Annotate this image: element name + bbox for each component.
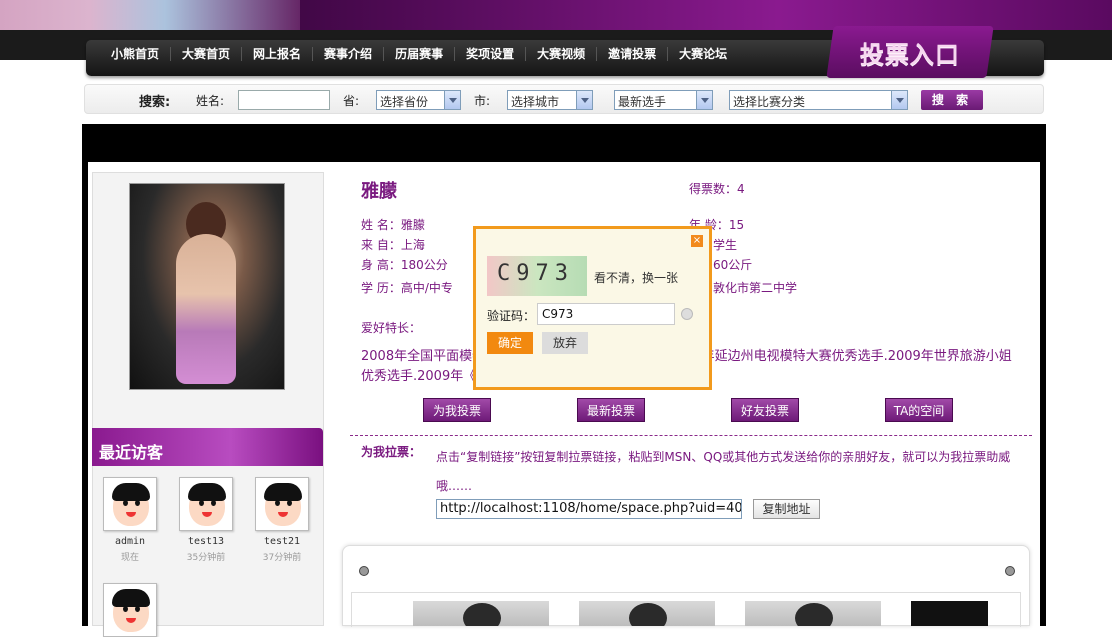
search-bar: 搜索: 姓名: 省: 选择省份 市: 选择城市 最新选手 选择比赛分类 搜 索 [84, 84, 1044, 114]
avatar[interactable] [179, 477, 233, 531]
check-icon [681, 308, 693, 320]
gallery-thumb[interactable] [579, 601, 715, 626]
visitors-title: 最近访客 [92, 428, 323, 466]
nav-item-invite[interactable]: 邀请投票 [597, 47, 669, 61]
category-select-value: 选择比赛分类 [733, 95, 806, 109]
code-input[interactable]: C973 [537, 303, 675, 325]
search-button[interactable]: 搜 索 [921, 90, 983, 110]
visitor-item[interactable]: test13 35分钟前 [179, 477, 233, 563]
info-height: 身 高：180公分 [361, 258, 448, 272]
vote-entry-button[interactable]: 投票入口 [826, 26, 994, 78]
friend-votes-button[interactable]: 好友投票 [731, 398, 799, 422]
confirm-button[interactable]: 确定 [487, 332, 533, 354]
banner-image [0, 0, 300, 30]
gallery-thumb[interactable] [911, 601, 988, 626]
vote-count: 得票数：4 [689, 182, 745, 196]
code-label: 验证码： [487, 309, 536, 323]
space-button[interactable]: TA的空间 [885, 398, 953, 422]
captcha-refresh-link[interactable]: 看不清，换一张 [594, 269, 678, 286]
avatar[interactable] [255, 477, 309, 531]
visitor-item[interactable] [103, 583, 157, 637]
city-select-value: 选择城市 [511, 95, 560, 109]
avatar[interactable] [103, 477, 157, 531]
cancel-button[interactable]: 放弃 [542, 332, 588, 354]
city-select[interactable]: 选择城市 [507, 90, 593, 110]
sort-select[interactable]: 最新选手 [614, 90, 713, 110]
search-title: 搜索: [139, 95, 171, 110]
lapiao-text: 点击“复制链接”按钮复制拉票链接，粘贴到MSN、QQ或其他方式发送给你的亲朋好友… [436, 450, 1011, 493]
prev-icon[interactable] [359, 566, 369, 576]
chevron-down-icon [444, 91, 460, 109]
sort-select-value: 最新选手 [618, 95, 667, 109]
visitor-name[interactable]: test21 [255, 536, 309, 547]
visitor-name[interactable]: admin [103, 536, 157, 547]
city-label: 市: [474, 94, 491, 108]
share-url-input[interactable]: http://localhost:1108/home/space.php?uid… [436, 499, 742, 519]
info-education: 学 历：高中/中专 [361, 281, 453, 295]
chevron-down-icon [891, 91, 907, 109]
vote-entry-label: 投票入口 [860, 40, 960, 69]
hobby-label: 爱好特长： [361, 321, 422, 335]
nav-item-forum[interactable]: 大赛论坛 [668, 47, 738, 61]
vote-me-button[interactable]: 为我投票 [423, 398, 491, 422]
province-label: 省: [343, 94, 360, 108]
nav-item-contest-home[interactable]: 大赛首页 [171, 47, 243, 61]
latest-votes-button[interactable]: 最新投票 [577, 398, 645, 422]
visitor-time: 37分钟前 [262, 553, 302, 563]
info-from: 来 自：上海 [361, 238, 425, 252]
avatar[interactable] [103, 583, 157, 637]
gallery-thumb[interactable] [413, 601, 549, 626]
province-select-value: 选择省份 [380, 95, 429, 109]
info-name: 姓 名：雅朦 [361, 218, 425, 232]
captcha-image: C973 [487, 256, 587, 296]
chevron-down-icon [696, 91, 712, 109]
divider [350, 435, 1032, 436]
gallery-thumb[interactable] [745, 601, 881, 626]
lapiao-label: 为我拉票： [361, 445, 422, 459]
contestant-name: 雅朦 [361, 181, 397, 202]
nav-item-video[interactable]: 大赛视频 [526, 47, 598, 61]
visitor-time: 35分钟前 [186, 553, 226, 563]
captcha-dialog: × C973 看不清，换一张 验证码： C973 确定 放弃 [473, 226, 712, 390]
name-input[interactable] [238, 90, 330, 110]
copy-url-button[interactable]: 复制地址 [753, 499, 820, 519]
province-select[interactable]: 选择省份 [376, 90, 461, 110]
category-select[interactable]: 选择比赛分类 [729, 90, 908, 110]
name-label: 姓名: [196, 94, 225, 108]
visitor-item[interactable]: admin 现在 [103, 477, 157, 563]
visitor-item[interactable]: test21 37分钟前 [255, 477, 309, 563]
nav-item-home[interactable]: 小熊首页 [100, 47, 172, 61]
next-icon[interactable] [1005, 566, 1015, 576]
visitor-time: 现在 [120, 553, 139, 563]
chevron-down-icon [576, 91, 592, 109]
close-icon[interactable]: × [691, 235, 703, 247]
visitor-name[interactable]: test13 [179, 536, 233, 547]
nav-item-intro[interactable]: 赛事介绍 [313, 47, 385, 61]
contestant-photo[interactable] [129, 183, 285, 390]
nav-item-signup[interactable]: 网上报名 [242, 47, 314, 61]
nav-item-awards[interactable]: 奖项设置 [455, 47, 527, 61]
nav-item-past[interactable]: 历届赛事 [384, 47, 456, 61]
